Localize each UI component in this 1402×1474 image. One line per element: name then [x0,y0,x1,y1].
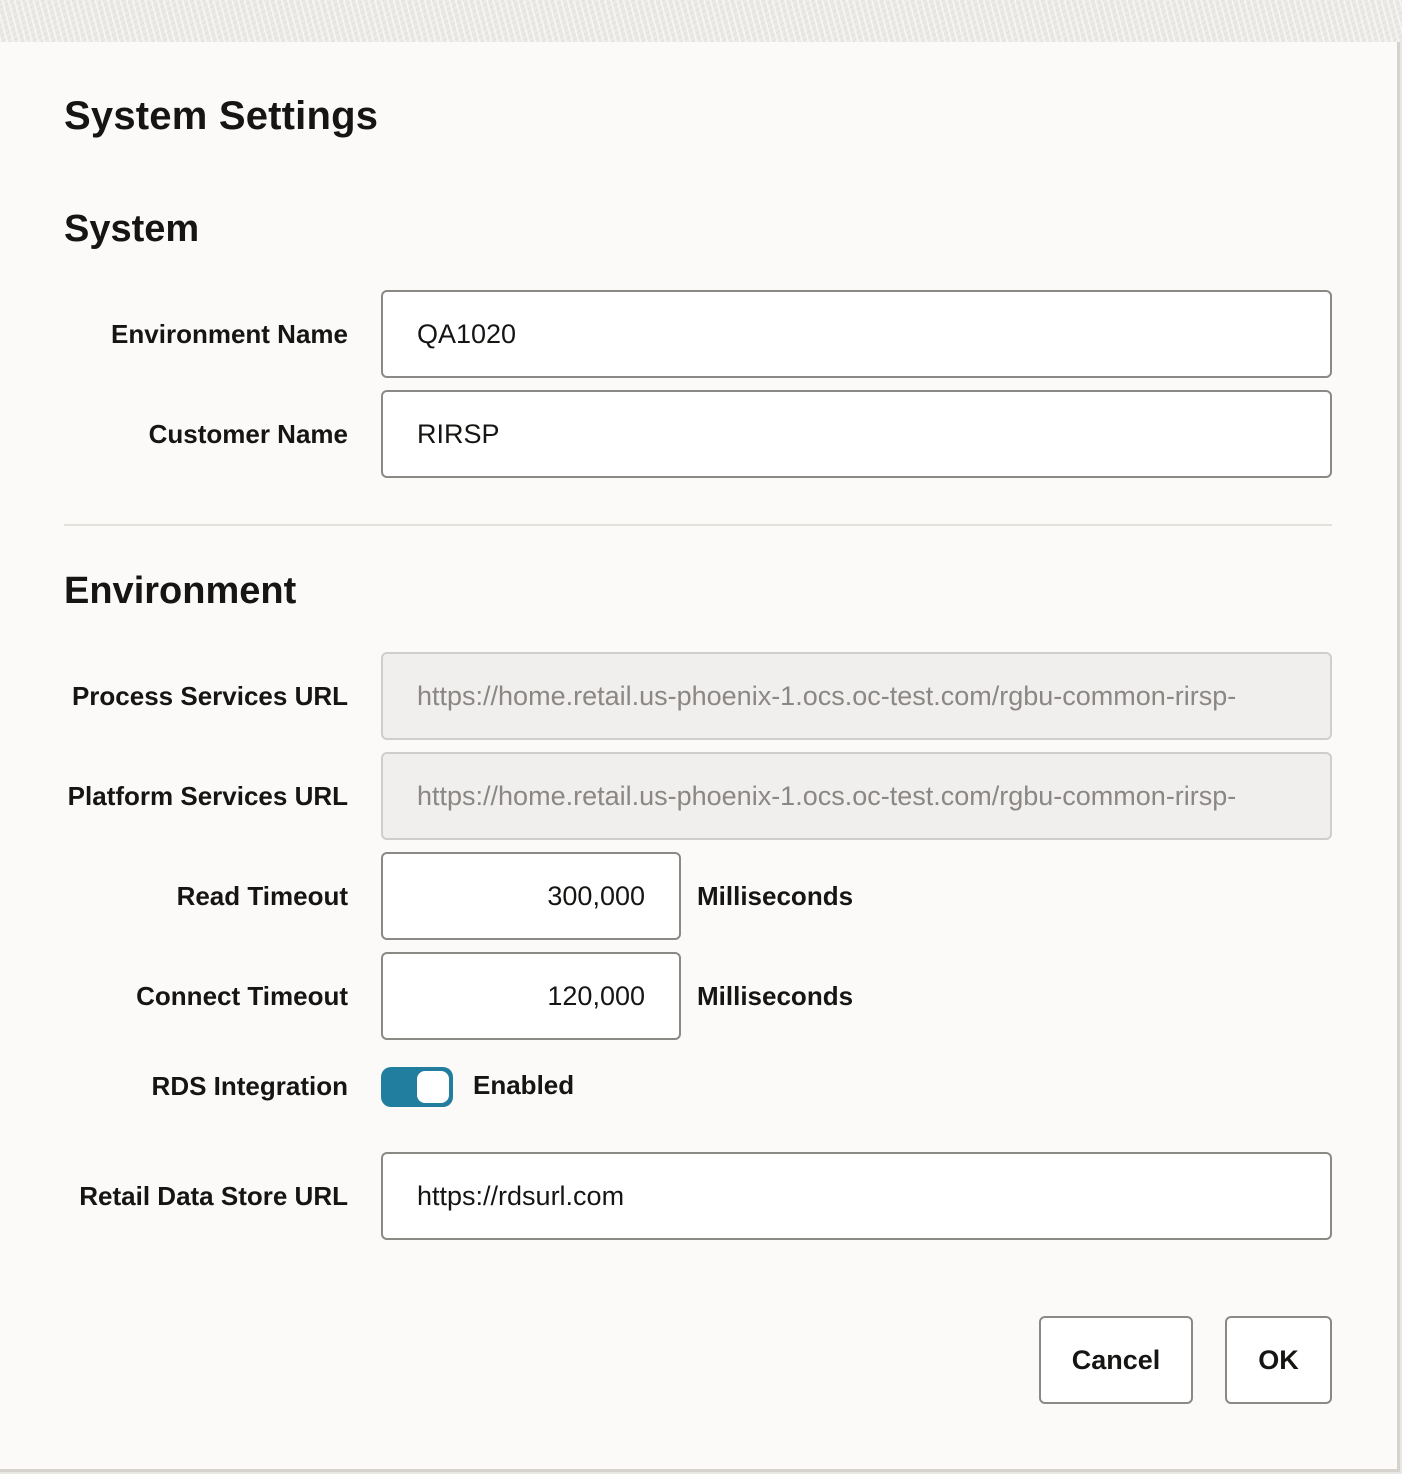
ok-button[interactable]: OK [1225,1316,1332,1404]
connect-timeout-label: Connect Timeout [136,981,348,1011]
platform-services-url-field: https://home.retail.us-phoenix-1.ocs.oc-… [381,752,1332,840]
read-timeout-unit: Milliseconds [697,881,854,911]
system-settings-dialog: System Settings System Environment Name … [0,42,1400,1472]
customer-name-label: Customer Name [148,419,348,449]
read-timeout-label: Read Timeout [176,881,348,911]
environment-name-input[interactable] [381,290,1332,378]
process-services-url-label: Process Services URL [71,681,348,711]
dialog-title: System Settings [64,94,379,138]
backdrop-texture [0,0,1402,42]
retail-data-store-url-input[interactable] [381,1152,1332,1240]
rds-integration-toggle[interactable] [381,1067,453,1107]
connect-timeout-unit: Milliseconds [697,981,854,1011]
environment-name-label: Environment Name [111,319,348,349]
customer-name-input[interactable] [381,390,1332,478]
platform-services-url-value: https://home.retail.us-phoenix-1.ocs.oc-… [417,780,1237,811]
rds-integration-label: RDS Integration [151,1071,348,1101]
retail-data-store-url-label: Retail Data Store URL [79,1181,348,1211]
platform-services-url-label: Platform Services URL [67,781,348,811]
connect-timeout-input[interactable] [381,952,681,1040]
read-timeout-input[interactable] [381,852,681,940]
section-title-system: System [64,208,200,250]
section-title-environment: Environment [64,570,297,612]
process-services-url-value: https://home.retail.us-phoenix-1.ocs.oc-… [417,680,1237,711]
rds-integration-state: Enabled [473,1070,575,1100]
process-services-url-field: https://home.retail.us-phoenix-1.ocs.oc-… [381,652,1332,740]
section-divider [64,524,1332,526]
cancel-button[interactable]: Cancel [1039,1316,1193,1404]
toggle-knob [417,1071,449,1103]
